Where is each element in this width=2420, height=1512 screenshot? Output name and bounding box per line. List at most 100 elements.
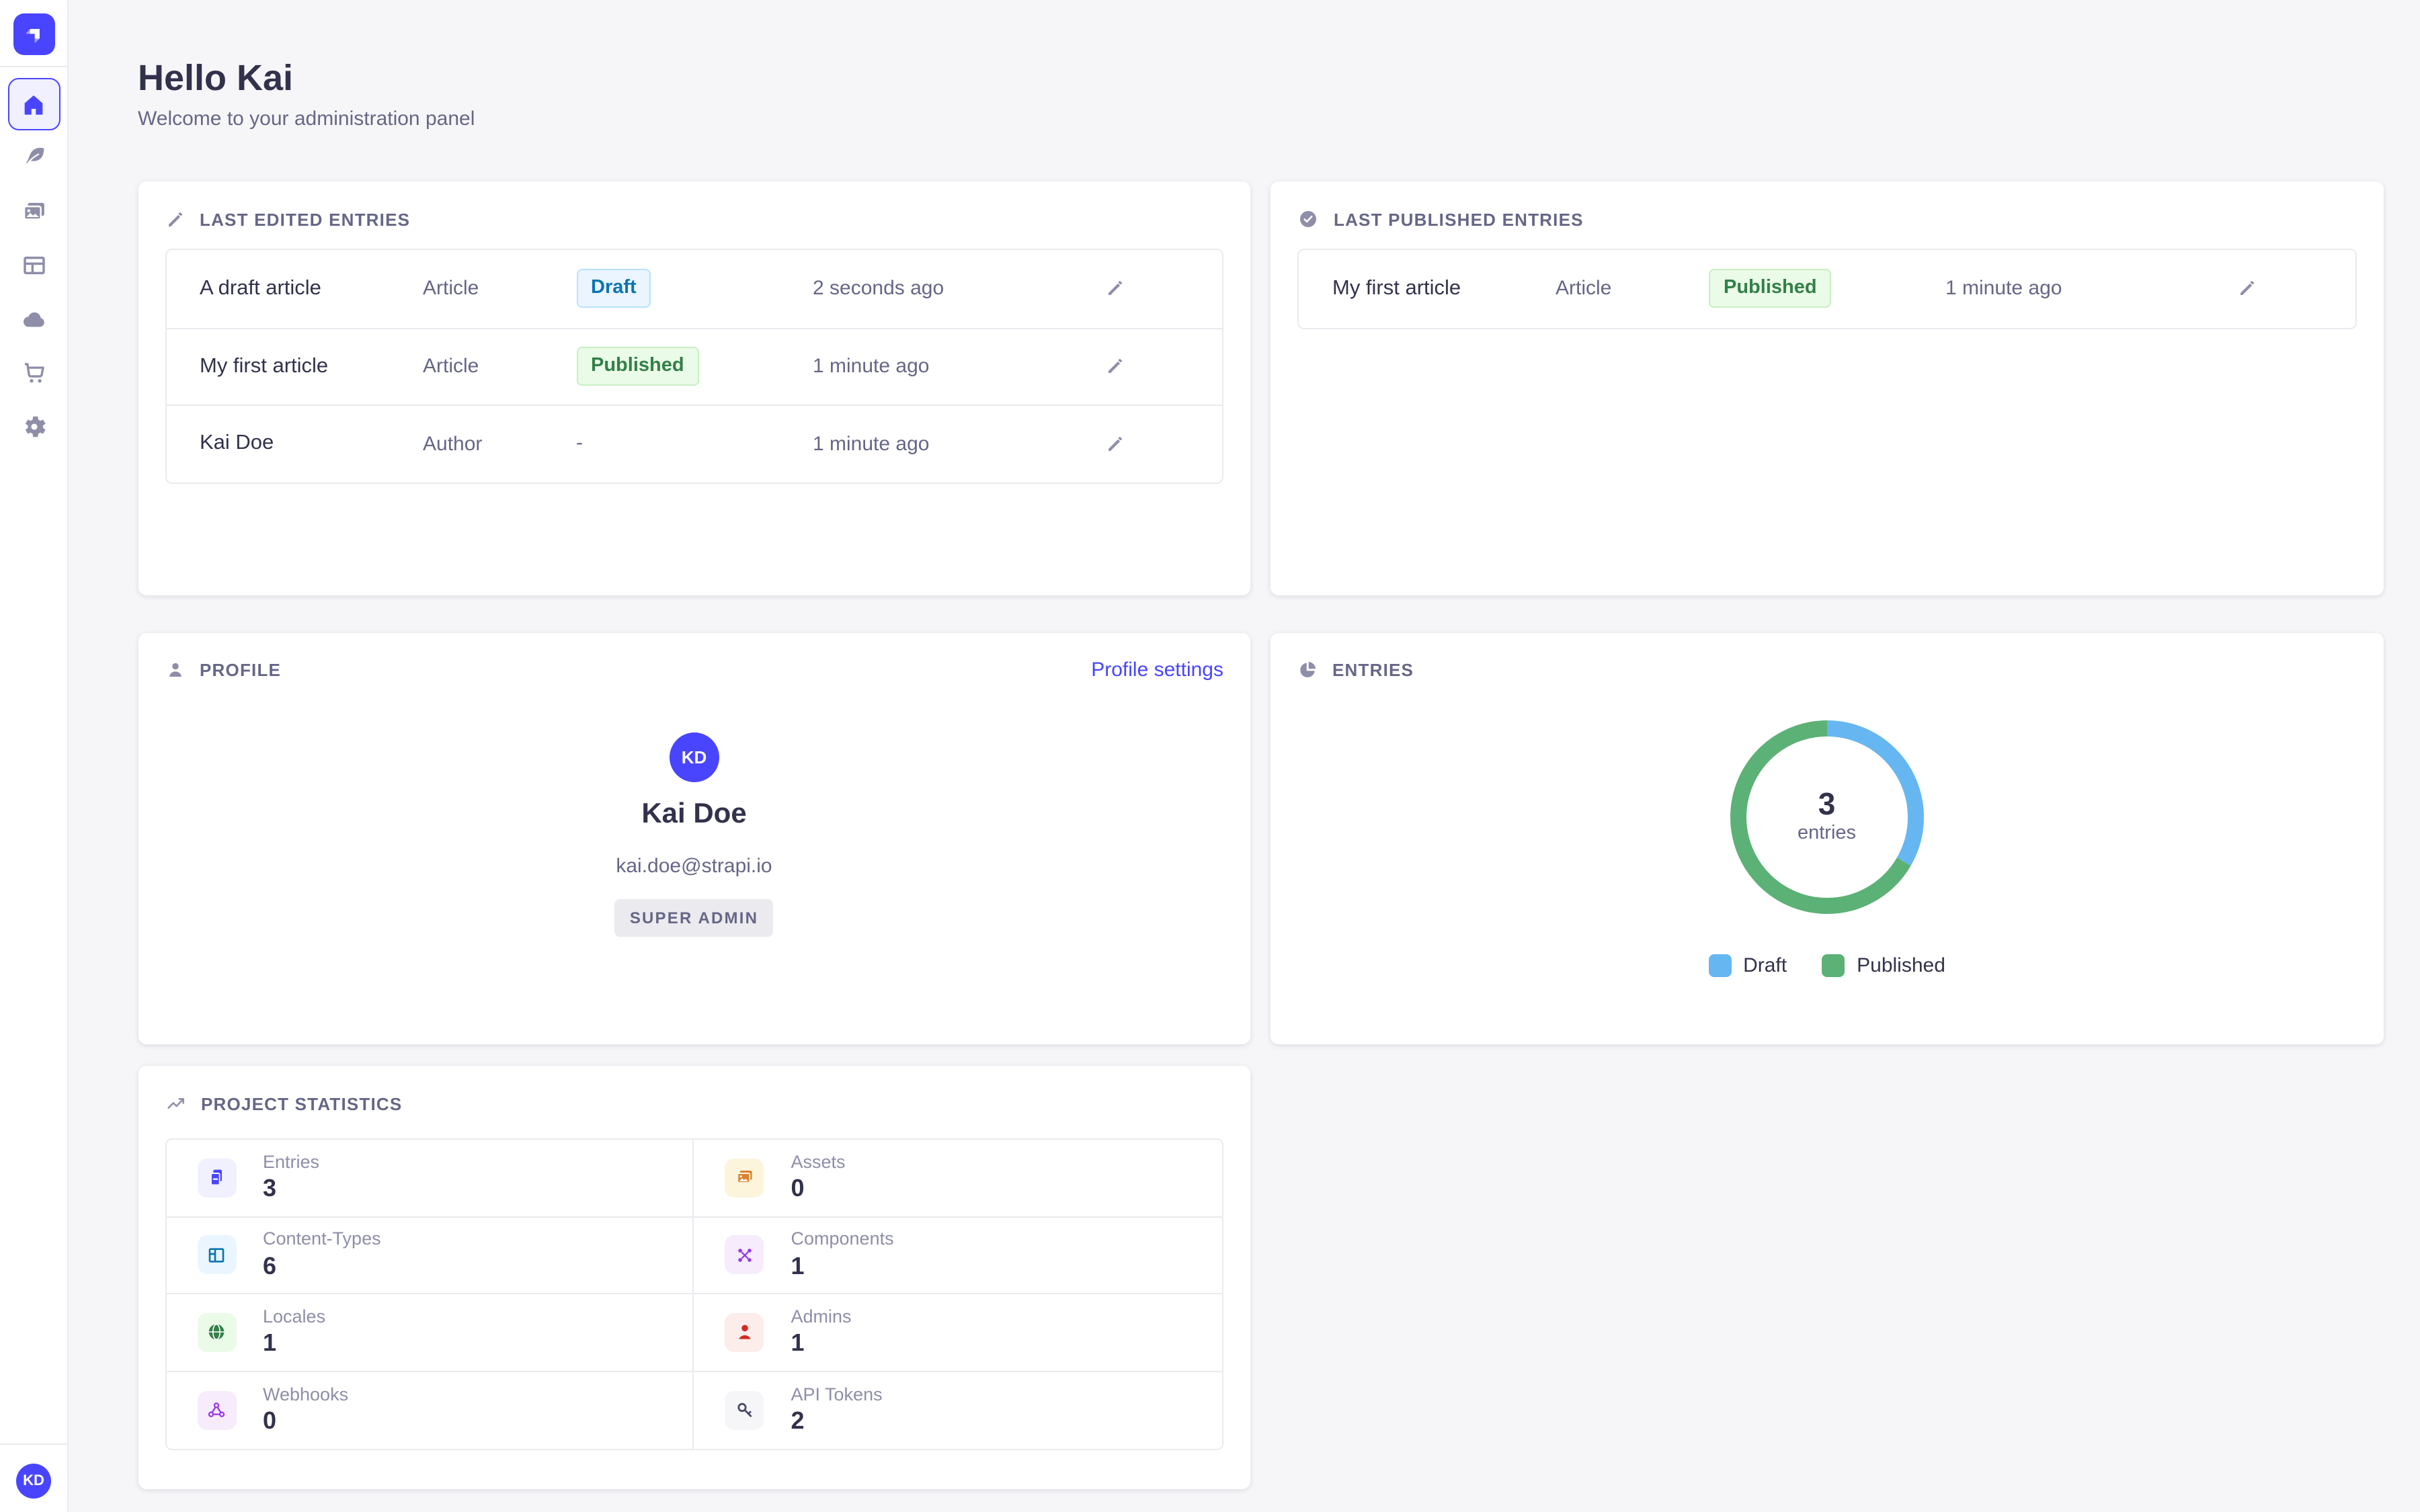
entry-name: Kai Doe xyxy=(200,432,423,456)
status-empty: - xyxy=(576,432,583,455)
sidebar-item-cloud[interactable] xyxy=(7,292,61,345)
layout-icon xyxy=(19,251,48,279)
edit-entry-button[interactable] xyxy=(1099,351,1130,382)
legend-item-draft: Draft xyxy=(1708,954,1787,976)
pie-chart-icon xyxy=(1297,660,1318,680)
globe-icon xyxy=(197,1313,236,1352)
stat-label: Locales xyxy=(263,1306,325,1328)
stat-value: 3 xyxy=(263,1173,319,1204)
edit-entry-button[interactable] xyxy=(1099,274,1130,304)
entry-time: 1 minute ago xyxy=(813,355,1041,378)
table-row[interactable]: Kai Doe Author - 1 minute ago xyxy=(166,405,1222,482)
page-subtitle: Welcome to your administration panel xyxy=(138,108,2384,132)
stat-assets: Assets 0 xyxy=(694,1140,1223,1217)
stat-label: Components xyxy=(791,1229,894,1251)
images-icon xyxy=(19,197,48,225)
stat-label: Content-Types xyxy=(263,1229,381,1251)
table-row[interactable]: My first article Article Published 1 min… xyxy=(1299,250,2355,327)
last-published-table: My first article Article Published 1 min… xyxy=(1297,249,2356,329)
key-icon xyxy=(725,1391,764,1430)
admin-dashboard: KD Hello Kai Welcome to your administrat… xyxy=(0,0,2420,1512)
pictures-icon xyxy=(725,1159,764,1198)
stat-label: Admins xyxy=(791,1306,852,1328)
table-row[interactable]: A draft article Article Draft 2 seconds … xyxy=(166,250,1222,327)
last-edited-table: A draft article Article Draft 2 seconds … xyxy=(165,249,1223,483)
entry-type: Article xyxy=(423,278,576,300)
stat-value: 1 xyxy=(791,1251,894,1281)
edit-entry-button[interactable] xyxy=(2232,274,2263,304)
sidebar-user-avatar[interactable]: KD xyxy=(16,1464,51,1499)
stat-label: Assets xyxy=(791,1152,846,1173)
components-icon xyxy=(725,1236,764,1275)
feather-icon xyxy=(19,143,48,171)
entry-time: 1 minute ago xyxy=(813,433,1041,456)
pencil-icon xyxy=(1104,434,1125,454)
entry-name: A draft article xyxy=(200,277,423,301)
strapi-logo-button[interactable] xyxy=(13,13,54,55)
cart-icon xyxy=(19,358,48,386)
edit-entry-button[interactable] xyxy=(1099,429,1130,460)
cloud-icon xyxy=(19,304,48,333)
sidebar-item-content-type-builder[interactable] xyxy=(7,238,61,292)
profile-avatar: KD xyxy=(670,732,719,782)
entry-name: My first article xyxy=(200,355,423,379)
profile-email: kai.doe@strapi.io xyxy=(616,854,772,877)
stat-value: 1 xyxy=(263,1328,325,1358)
gear-icon xyxy=(19,412,48,440)
sidebar-item-content-manager[interactable] xyxy=(7,130,61,184)
status-badge: Published xyxy=(576,347,699,386)
pencil-icon xyxy=(1104,279,1125,299)
entry-type: Article xyxy=(423,355,576,378)
sidebar-item-home[interactable] xyxy=(7,78,60,130)
card-title: PROFILE xyxy=(200,660,281,680)
card-title: LAST PUBLISHED ENTRIES xyxy=(1334,209,1584,229)
last-edited-entries-card: LAST EDITED ENTRIES A draft article Arti… xyxy=(138,181,1250,595)
chart-legend: Draft Published xyxy=(1708,954,1945,976)
stat-webhooks: Webhooks 0 xyxy=(166,1372,694,1449)
entries-total: 3 xyxy=(1818,789,1836,820)
status-badge: Published xyxy=(1709,269,1832,308)
entry-type: Author xyxy=(423,433,576,456)
last-published-entries-card: LAST PUBLISHED ENTRIES My first article … xyxy=(1270,181,2383,595)
trending-up-icon xyxy=(165,1093,186,1114)
sidebar: KD xyxy=(0,0,69,1512)
stat-content-types: Content-Types 6 xyxy=(166,1217,694,1294)
sidebar-divider-bottom xyxy=(0,1443,68,1445)
stat-components: Components 1 xyxy=(694,1217,1223,1294)
sidebar-bottom: KD xyxy=(0,1443,67,1512)
documents-icon xyxy=(197,1159,236,1198)
card-title: PROJECT STATISTICS xyxy=(201,1093,402,1114)
stat-label: API Tokens xyxy=(791,1384,883,1406)
entry-type: Article xyxy=(1556,278,1709,300)
sidebar-item-marketplace[interactable] xyxy=(7,345,61,399)
card-title: ENTRIES xyxy=(1332,660,1414,680)
legend-swatch-published xyxy=(1822,954,1845,976)
stat-admins: Admins 1 xyxy=(694,1294,1223,1372)
statistics-grid: Entries 3 xyxy=(165,1138,1223,1450)
stat-entries: Entries 3 xyxy=(166,1140,694,1217)
person-icon xyxy=(165,660,185,680)
home-icon xyxy=(20,91,47,118)
table-row[interactable]: My first article Article Published 1 min… xyxy=(166,327,1222,405)
page-title: Hello Kai xyxy=(138,56,2384,99)
stat-locales: Locales 1 xyxy=(166,1294,694,1372)
pencil-icon xyxy=(165,209,185,229)
entries-donut-chart: 3 entries xyxy=(1726,716,1928,917)
sidebar-item-media-library[interactable] xyxy=(7,184,61,238)
status-badge: Draft xyxy=(576,269,651,308)
pencil-icon xyxy=(2237,279,2257,299)
legend-label: Draft xyxy=(1743,954,1787,976)
entry-time: 2 seconds ago xyxy=(813,278,1041,300)
sidebar-nav xyxy=(7,130,61,453)
entries-total-label: entries xyxy=(1798,823,1856,844)
sidebar-item-settings[interactable] xyxy=(7,399,61,453)
project-statistics-card: PROJECT STATISTICS Entries xyxy=(138,1066,1250,1489)
profile-name: Kai Doe xyxy=(641,798,746,830)
strapi-logo-icon xyxy=(21,22,46,47)
sidebar-divider xyxy=(0,66,68,67)
admin-user-icon xyxy=(725,1313,764,1352)
main-content: Hello Kai Welcome to your administration… xyxy=(69,0,2420,1489)
stat-value: 2 xyxy=(791,1406,883,1436)
stat-api-tokens: API Tokens 2 xyxy=(694,1372,1223,1449)
profile-settings-link[interactable]: Profile settings xyxy=(1091,659,1223,681)
